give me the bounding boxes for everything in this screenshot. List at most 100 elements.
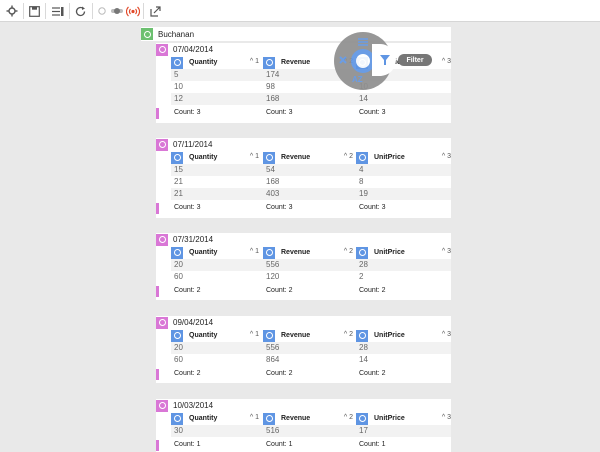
column-header-revenue[interactable]: Revenue ^ 2	[263, 151, 353, 164]
table-row[interactable]: 21 403 19	[171, 188, 451, 200]
column-name: Revenue	[281, 249, 311, 256]
cell-unitprice: 2	[359, 272, 364, 281]
cell-unitprice: 17	[359, 426, 368, 435]
list-edit-icon	[52, 6, 64, 16]
summary-marker	[156, 286, 159, 297]
summary-marker	[156, 369, 159, 380]
column-menu-icon[interactable]	[263, 329, 275, 342]
column-header-revenue[interactable]: Revenue ^ 2	[263, 246, 353, 259]
column-header-row: Quantity ^ 1 Revenue ^ 2 UnitPrice ^ 3	[171, 151, 451, 164]
table-row[interactable]: 109810	[171, 81, 451, 93]
count-revenue: Count: 2	[266, 370, 293, 377]
close-icon	[339, 56, 347, 64]
sort-indicator[interactable]: ^ 2	[344, 248, 353, 255]
column-header-quantity[interactable]: Quantity ^ 1	[171, 151, 259, 164]
refresh-button[interactable]	[70, 2, 90, 20]
count-quantity: Count: 3	[174, 109, 201, 116]
column-menu-icon[interactable]	[356, 329, 368, 342]
column-header-revenue[interactable]: Revenue ^ 2	[263, 329, 353, 342]
filter-button[interactable]: Filter	[398, 54, 432, 66]
cell-revenue: 556	[266, 343, 280, 352]
count-unitprice: Count: 2	[359, 287, 386, 294]
sort-indicator[interactable]: ^ 3	[442, 331, 451, 338]
column-header-quantity[interactable]: Quantity ^ 1	[171, 246, 259, 259]
cell-quantity: 20	[174, 260, 183, 269]
group-toggle-icon[interactable]	[141, 28, 153, 40]
save-button[interactable]	[24, 2, 44, 20]
live-toggle[interactable]	[96, 2, 126, 20]
list-edit-button[interactable]	[48, 2, 68, 20]
table-row[interactable]: 21 168 8	[171, 176, 451, 188]
table-row[interactable]: 60 864 14	[171, 354, 451, 366]
sort-indicator[interactable]: ^ 3	[442, 248, 451, 255]
date-group-header[interactable]: 07/31/2014	[156, 233, 451, 246]
column-header-unitprice[interactable]: UnitPrice ^ 3	[356, 246, 451, 259]
column-menu-icon[interactable]	[171, 329, 183, 342]
column-menu-icon[interactable]	[263, 246, 275, 259]
date-group-header[interactable]: 09/04/2014	[156, 316, 451, 329]
count-quantity: Count: 1	[174, 441, 201, 448]
date-toggle-icon[interactable]	[156, 233, 168, 246]
cell-revenue: 864	[266, 355, 280, 364]
column-menu-icon[interactable]	[356, 412, 368, 425]
sort-indicator[interactable]: ^ 1	[250, 58, 259, 65]
column-menu-icon[interactable]	[263, 56, 275, 69]
date-label: 09/04/2014	[173, 318, 214, 327]
column-header-unitprice[interactable]: UnitPrice ^ 3	[356, 329, 451, 342]
sort-indicator[interactable]: ^ 3	[442, 58, 451, 65]
sort-indicator[interactable]: ^ 1	[250, 331, 259, 338]
settings-button[interactable]	[2, 2, 22, 20]
sort-indicator[interactable]: ^ 1	[250, 153, 259, 160]
sort-indicator[interactable]: ^ 2	[344, 331, 353, 338]
sort-indicator[interactable]: ^ 1	[250, 248, 259, 255]
export-button[interactable]	[145, 2, 165, 20]
count-unitprice: Count: 2	[359, 370, 386, 377]
sort-indicator[interactable]: ^ 2	[344, 414, 353, 421]
column-menu-icon[interactable]	[171, 412, 183, 425]
column-header-unitprice[interactable]: UnitPrice ^ 3	[356, 151, 451, 164]
date-label: 07/11/2014	[173, 140, 213, 149]
sort-indicator[interactable]: ^ 3	[442, 153, 451, 160]
broadcast-button[interactable]	[123, 2, 143, 20]
date-toggle-icon[interactable]	[156, 316, 168, 329]
column-menu-icon[interactable]	[171, 246, 183, 259]
column-name: Quantity	[189, 415, 218, 422]
sort-indicator[interactable]: ^ 3	[442, 414, 451, 421]
toggle-icon	[98, 7, 123, 15]
date-toggle-icon[interactable]	[156, 138, 168, 151]
sort-indicator[interactable]: ^ 2	[344, 153, 353, 160]
date-group-header[interactable]: 07/11/2014	[156, 138, 451, 151]
column-header-quantity[interactable]: Quantity ^ 1	[171, 56, 259, 69]
cell-quantity: 12	[174, 94, 183, 103]
cell-unitprice: 28	[359, 343, 368, 352]
date-group: 07/11/2014 Quantity ^ 1 Revenue ^ 2 UnitPrice…	[156, 138, 451, 218]
table-row[interactable]: 20 556 28	[171, 342, 451, 354]
column-header-row: Quantity ^ 1 Revenue ^ 2 UnitPrice ^ 3	[171, 329, 451, 342]
column-menu-icon[interactable]	[171, 56, 183, 69]
date-group-header[interactable]: 10/03/2014	[156, 399, 451, 412]
column-menu-icon[interactable]	[263, 412, 275, 425]
date-toggle-icon[interactable]	[156, 43, 168, 56]
column-header-unitprice[interactable]: UnitPrice ^ 3	[356, 412, 451, 425]
table-row[interactable]: 12 168 14	[171, 93, 451, 105]
column-header-quantity[interactable]: Quantity ^ 1	[171, 412, 259, 425]
column-menu-icon[interactable]	[171, 151, 183, 164]
count-unitprice: Count: 1	[359, 441, 386, 448]
column-menu-icon[interactable]	[356, 151, 368, 164]
sort-indicator[interactable]: ^ 1	[250, 414, 259, 421]
sort-az-label[interactable]: AZ	[352, 75, 363, 84]
table-row[interactable]: 30 516 17	[171, 425, 451, 437]
table-row[interactable]: 20 556 28	[171, 259, 451, 271]
date-toggle-icon[interactable]	[156, 399, 168, 412]
table-row[interactable]: 15 54 4	[171, 164, 451, 176]
column-name: Quantity	[189, 59, 218, 66]
column-menu-icon[interactable]	[263, 151, 275, 164]
list-icon	[358, 38, 368, 46]
column-header-revenue[interactable]: Revenue ^ 2	[263, 412, 353, 425]
column-menu-icon[interactable]	[356, 246, 368, 259]
table-row[interactable]: 60 120 2	[171, 271, 451, 283]
count-unitprice: Count: 3	[359, 204, 386, 211]
table-row[interactable]: 5 174	[171, 69, 451, 81]
column-header-quantity[interactable]: Quantity ^ 1	[171, 329, 259, 342]
group-header[interactable]: Buchanan	[141, 27, 451, 41]
